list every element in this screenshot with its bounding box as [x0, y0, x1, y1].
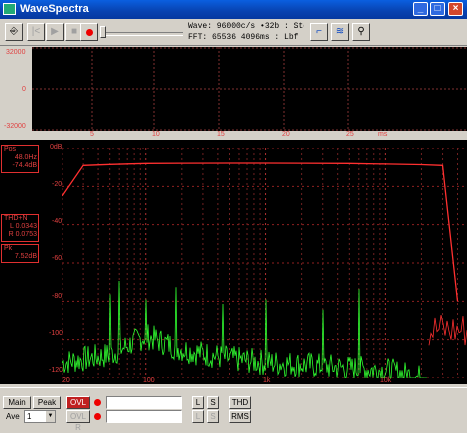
- thd-readout: THD+N L 0.0343 R 0.0753: [1, 214, 39, 242]
- spec-y-label: -120: [49, 367, 64, 374]
- main-button[interactable]: Main: [3, 396, 31, 409]
- spectrum-mode-icon[interactable]: ⌐: [310, 23, 328, 41]
- spec-y-label: -60: [52, 255, 63, 262]
- readout-title: Pk: [4, 245, 13, 252]
- wave-x-label: 25: [346, 131, 354, 138]
- minimize-button[interactable]: _: [413, 2, 428, 16]
- record-icon: [86, 29, 93, 36]
- spec-y-label: -20: [52, 181, 63, 188]
- position-slider-thumb[interactable]: [100, 26, 106, 38]
- peak-readout: Pk 7.52dB: [1, 244, 39, 263]
- left-channel-button-2[interactable]: L: [192, 410, 204, 423]
- record-left-icon[interactable]: [94, 399, 101, 406]
- stereo-button-2[interactable]: S: [207, 410, 219, 423]
- wave-x-label: ms: [378, 131, 388, 138]
- format-info: Wave: 96000c/s •32b : Stereo FFT: 65536 …: [188, 21, 304, 43]
- close-button[interactable]: ×: [448, 2, 463, 16]
- wave-x-label: 15: [217, 131, 225, 138]
- peak-value: 7.52dB: [14, 253, 37, 260]
- cursor-readout: Pos 48.0Hz -74.4dB: [1, 145, 39, 173]
- series-line-tail: [428, 315, 467, 346]
- open-file-icon[interactable]: ⎆: [5, 23, 23, 41]
- spectrum-plot: [62, 148, 467, 378]
- average-label: Ave: [6, 412, 20, 421]
- average-value: 1: [27, 412, 32, 421]
- wave-info: Wave: 96000c/s •32b : Stereo: [188, 22, 304, 31]
- record-right-icon[interactable]: [94, 413, 101, 420]
- readout-title: Pos: [4, 146, 17, 153]
- cursor-level: -74.4dB: [12, 162, 37, 169]
- thd-button[interactable]: THD: [229, 396, 251, 409]
- series-line-noise: [62, 280, 427, 378]
- rewind-button[interactable]: |<: [27, 23, 45, 41]
- overload-right-indicator: OVL R: [66, 410, 90, 432]
- toolbar: ⎆ |< ▶ ■ Wave: 96000c/s •32b : Stereo FF…: [0, 19, 467, 46]
- stereo-button[interactable]: S: [207, 396, 219, 409]
- thd-right-value: R 0.0753: [8, 231, 37, 238]
- spec-x-label: 10k: [380, 377, 392, 384]
- overload-left-indicator: OVL L: [66, 396, 90, 418]
- chevron-down-icon: ▼: [46, 411, 55, 422]
- wave-x-label: 20: [282, 131, 290, 138]
- level-meter-right: [106, 410, 182, 423]
- wave-x-label: 10: [152, 131, 160, 138]
- waveform-grid: [32, 47, 467, 131]
- maximize-button[interactable]: □: [430, 2, 445, 16]
- thd-left-value: L 0.0343: [10, 223, 37, 230]
- peak-button[interactable]: Peak: [33, 396, 61, 409]
- zoom-icon[interactable]: ⚲: [352, 23, 370, 41]
- record-button[interactable]: [80, 23, 98, 41]
- level-meter-left: [106, 396, 182, 409]
- position-slider-track[interactable]: [103, 32, 183, 36]
- play-button[interactable]: ▶: [46, 23, 64, 41]
- fft-info: FFT: 65536 4096ms : Lbf: [188, 33, 299, 42]
- spec-x-label: 100: [143, 377, 155, 384]
- average-select[interactable]: 1 ▼: [24, 410, 56, 423]
- spec-x-label: 20: [62, 377, 70, 384]
- readout-title: THD+N: [4, 215, 28, 222]
- settings-icon[interactable]: ≋: [331, 23, 349, 41]
- wave-y-label: -32000: [4, 123, 26, 130]
- bottom-controls: Main Peak OVL L L S THD Ave 1 ▼ OVL R L …: [0, 387, 467, 432]
- title-bar: WaveSpectra _ □ ×: [0, 0, 467, 19]
- cursor-frequency: 48.0Hz: [14, 154, 37, 161]
- spec-y-label: -80: [52, 293, 63, 300]
- left-channel-button[interactable]: L: [192, 396, 204, 409]
- rms-button[interactable]: RMS: [229, 410, 251, 423]
- spec-y-label: -40: [52, 218, 63, 225]
- wave-x-label: 5: [90, 131, 94, 138]
- spec-y-label: 0dB: [50, 144, 63, 151]
- app-icon: [3, 3, 16, 15]
- wave-y-label: 32000: [6, 49, 26, 56]
- window-title: WaveSpectra: [20, 3, 89, 15]
- spec-y-label: -100: [49, 330, 64, 337]
- spec-x-label: 1k: [263, 377, 271, 384]
- wave-y-label: 0: [22, 86, 26, 93]
